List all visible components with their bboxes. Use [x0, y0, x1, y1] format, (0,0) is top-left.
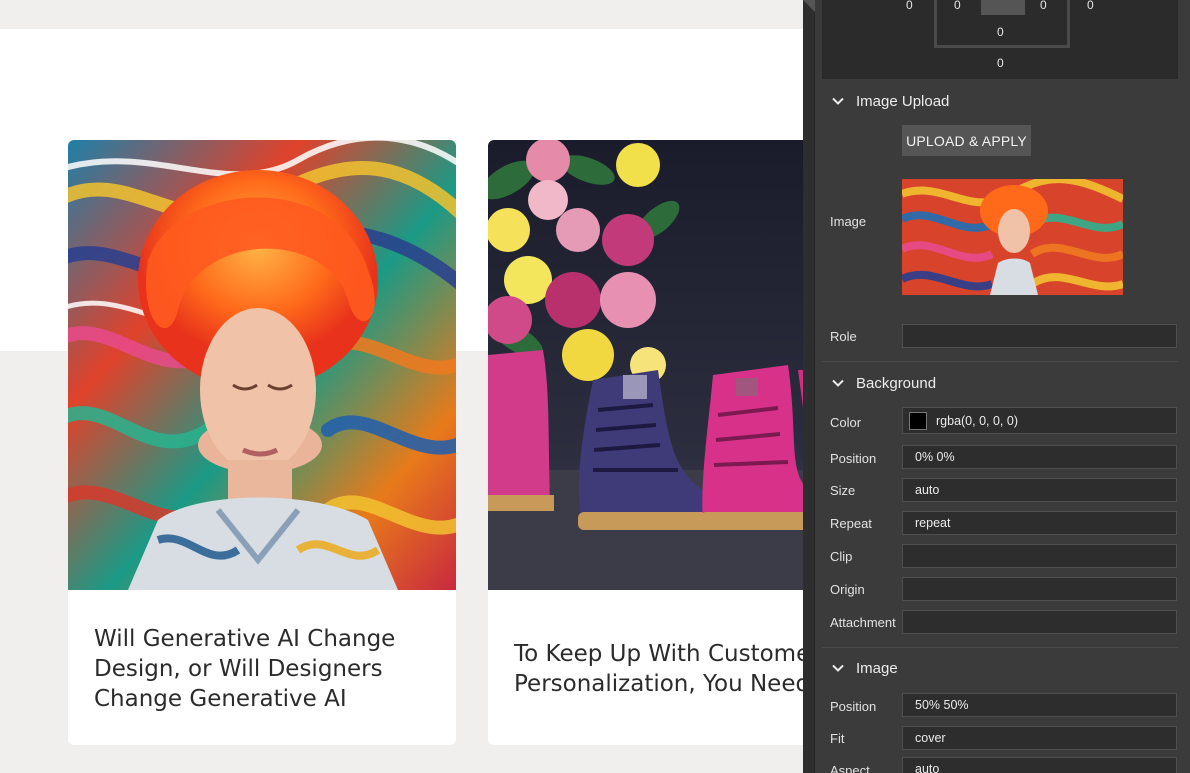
img-position-label: Position — [830, 699, 877, 714]
resize-handle-icon[interactable] — [803, 0, 815, 18]
chevron-down-icon — [832, 97, 844, 105]
bg-color-label: Color — [830, 415, 862, 430]
bg-repeat-label: Repeat — [830, 516, 872, 531]
chevron-down-icon — [832, 379, 844, 387]
panel-resize-gutter[interactable] — [803, 0, 815, 773]
bg-size-label: Size — [830, 483, 856, 498]
image-label: Image — [830, 214, 867, 229]
color-swatch[interactable] — [909, 411, 927, 430]
img-aspect-label: Aspect — [830, 763, 870, 773]
bg-attachment-label: Attachment — [830, 615, 896, 630]
bg-origin-label: Origin — [830, 582, 865, 597]
chevron-down-icon — [832, 664, 844, 672]
box-model-content — [981, 0, 1025, 15]
bg-position-input[interactable]: 0% 0% — [902, 445, 1177, 469]
role-label: Role — [830, 329, 857, 344]
img-fit-input[interactable]: cover — [902, 726, 1177, 750]
bg-color-value: rgba(0, 0, 0, 0) — [936, 413, 1018, 428]
bg-repeat-input[interactable]: repeat — [902, 511, 1177, 535]
article-title[interactable]: To Keep Up With Customer Personalization… — [514, 639, 803, 699]
padding-right-value[interactable]: 0 — [1040, 0, 1047, 12]
role-input[interactable] — [902, 324, 1177, 348]
upload-apply-button[interactable]: UPLOAD & APPLY — [902, 125, 1031, 156]
image-preview-thumbnail[interactable] — [902, 179, 1123, 295]
section-title: Image — [856, 659, 898, 677]
divider — [822, 647, 1178, 648]
padding-left-value[interactable]: 0 — [954, 0, 961, 12]
margin-left-value[interactable]: 0 — [906, 0, 913, 12]
section-title: Background — [856, 374, 937, 392]
padding-bottom-value[interactable]: 0 — [997, 25, 1004, 39]
box-model-editor: 0 0 0 0 0 0 — [822, 0, 1178, 79]
img-aspect-input[interactable]: auto — [902, 757, 1177, 773]
bg-attachment-input[interactable] — [902, 610, 1177, 634]
article-image-sneakers-roses[interactable] — [488, 140, 803, 590]
img-fit-label: Fit — [830, 731, 845, 746]
section-background[interactable]: Background — [830, 373, 936, 393]
margin-bottom-value[interactable]: 0 — [997, 56, 1004, 70]
section-title: Image Upload — [856, 92, 950, 110]
article-card[interactable]: Will Generative AI Change Design, or Wil… — [68, 140, 456, 745]
bg-color-input[interactable]: rgba(0, 0, 0, 0) — [902, 407, 1177, 434]
bg-origin-input[interactable] — [902, 577, 1177, 601]
margin-right-value[interactable]: 0 — [1087, 0, 1094, 12]
bg-size-input[interactable]: auto — [902, 478, 1177, 502]
section-image[interactable]: Image — [830, 658, 898, 678]
bg-position-label: Position — [830, 451, 877, 466]
article-title[interactable]: Will Generative AI Change Design, or Wil… — [94, 624, 436, 714]
article-image-swirl-portrait[interactable] — [68, 140, 456, 590]
divider — [822, 361, 1178, 362]
bg-clip-label: Clip — [830, 549, 853, 564]
bg-clip-input[interactable] — [902, 544, 1177, 568]
page-canvas: Will Generative AI Change Design, or Wil… — [0, 0, 803, 773]
properties-panel: 0 0 0 0 0 0 Image Upload UPLOAD & APPLY … — [803, 0, 1190, 773]
img-position-input[interactable]: 50% 50% — [902, 693, 1177, 717]
article-card[interactable]: To Keep Up With Customer Personalization… — [488, 140, 803, 745]
section-image-upload[interactable]: Image Upload — [830, 91, 949, 111]
